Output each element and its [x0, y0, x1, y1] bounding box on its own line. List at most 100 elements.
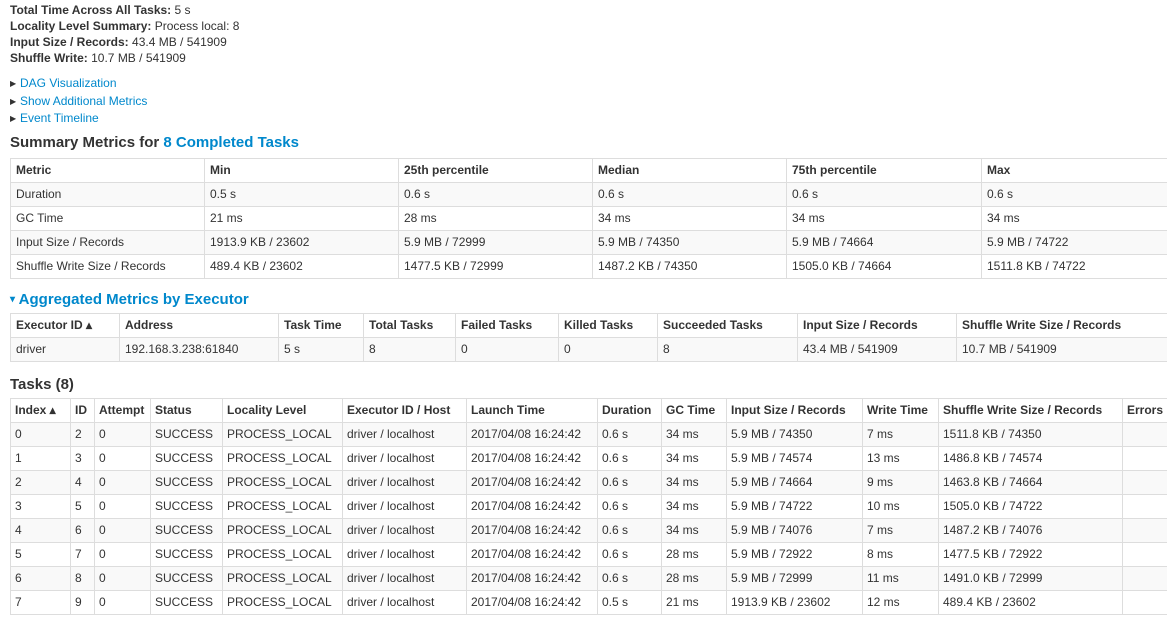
- cell-input-size-records: 5.9 MB / 74722: [726, 493, 863, 519]
- cell-locality-level: PROCESS_LOCAL: [222, 517, 343, 543]
- sort-header-gc-time[interactable]: GC Time: [661, 397, 727, 423]
- sort-header-shuffle-write-size-records[interactable]: Shuffle Write Size / Records: [956, 312, 1167, 338]
- cell-launch-time: 2017/04/08 16:24:42: [466, 541, 598, 567]
- link-label: DAG Visualization: [20, 76, 117, 90]
- cell-25th-percentile: 1477.5 KB / 72999: [398, 253, 593, 279]
- dag-visualization-link[interactable]: ▶ DAG Visualization: [10, 75, 1167, 93]
- cell-max: 0.6 s: [981, 181, 1167, 207]
- sort-header-killed-tasks[interactable]: Killed Tasks: [558, 312, 658, 338]
- cell-index: 5: [10, 541, 71, 567]
- sort-header-input-size-records[interactable]: Input Size / Records: [797, 312, 957, 338]
- stat-label: Total Time Across All Tasks:: [10, 3, 172, 17]
- cell-attempt: 0: [94, 589, 151, 615]
- cell-duration: 0.6 s: [597, 421, 662, 447]
- cell-executor-host: driver / localhost: [342, 517, 467, 543]
- stage-details-page: Total Time Across All Tasks: 5 s Localit…: [0, 0, 1167, 615]
- cell-status: SUCCESS: [150, 421, 223, 447]
- sort-header-executor-id[interactable]: Executor ID ▴: [10, 312, 120, 338]
- cell-25th-percentile: 28 ms: [398, 205, 593, 231]
- table-row: 5 7 0 SUCCESS PROCESS_LOCAL driver / localhos…: [10, 541, 1167, 567]
- cell-index: 6: [10, 565, 71, 591]
- executor-metrics-table: Executor ID ▴ Address Task Time Total Tasks…: [10, 312, 1167, 362]
- cell-executor-host: driver / localhost: [342, 589, 467, 615]
- cell-write-time: 12 ms: [862, 589, 939, 615]
- cell-errors: [1122, 493, 1167, 519]
- cell-median: 0.6 s: [592, 181, 787, 207]
- aggregated-metrics-toggle[interactable]: ▾ Aggregated Metrics by Executor: [10, 290, 1167, 310]
- cell-status: SUCCESS: [150, 469, 223, 495]
- cell-attempt: 0: [94, 517, 151, 543]
- caret-down-icon: ▾: [10, 293, 16, 305]
- sort-header-executor-host[interactable]: Executor ID / Host: [342, 397, 467, 423]
- cell-id: 4: [70, 469, 95, 495]
- sort-header-input-size-records[interactable]: Input Size / Records: [726, 397, 863, 423]
- cell-min: 489.4 KB / 23602: [204, 253, 399, 279]
- cell-duration: 0.6 s: [597, 565, 662, 591]
- cell-errors: [1122, 469, 1167, 495]
- cell-duration: 0.6 s: [597, 445, 662, 471]
- cell-shuffle-write-size-records: 1511.8 KB / 74350: [938, 421, 1123, 447]
- cell-min: 21 ms: [204, 205, 399, 231]
- cell-executor-host: driver / localhost: [342, 445, 467, 471]
- sort-header-duration[interactable]: Duration: [597, 397, 662, 423]
- sort-header-id[interactable]: ID: [70, 397, 95, 423]
- table-row: Duration 0.5 s 0.6 s 0.6 s 0.6 s 0.6 s: [10, 181, 1167, 207]
- stage-stats: Total Time Across All Tasks: 5 s Localit…: [10, 2, 1167, 66]
- cell-shuffle-write-size-records: 10.7 MB / 541909: [956, 336, 1167, 362]
- stat-label: Shuffle Write:: [10, 51, 88, 65]
- cell-executor-host: driver / localhost: [342, 541, 467, 567]
- cell-shuffle-write-size-records: 1463.8 KB / 74664: [938, 469, 1123, 495]
- sort-header-launch-time[interactable]: Launch Time: [466, 397, 598, 423]
- table-row: 4 6 0 SUCCESS PROCESS_LOCAL driver / localhos…: [10, 517, 1167, 543]
- sort-header-index[interactable]: Index ▴: [10, 397, 71, 423]
- cell-errors: [1122, 589, 1167, 615]
- cell-gc-time: 34 ms: [661, 517, 727, 543]
- sort-header-total-tasks[interactable]: Total Tasks: [363, 312, 456, 338]
- cell-status: SUCCESS: [150, 589, 223, 615]
- cell-errors: [1122, 541, 1167, 567]
- cell-input-size-records: 5.9 MB / 74350: [726, 421, 863, 447]
- cell-shuffle-write-size-records: 1491.0 KB / 72999: [938, 565, 1123, 591]
- cell-attempt: 0: [94, 469, 151, 495]
- column-header-median: Median: [592, 157, 787, 183]
- cell-metric: Shuffle Write Size / Records: [10, 253, 205, 279]
- cell-shuffle-write-size-records: 1477.5 KB / 72922: [938, 541, 1123, 567]
- table-row: 0 2 0 SUCCESS PROCESS_LOCAL driver / localhos…: [10, 421, 1167, 447]
- completed-tasks-link[interactable]: 8 Completed Tasks: [163, 134, 299, 151]
- sort-header-succeeded-tasks[interactable]: Succeeded Tasks: [657, 312, 798, 338]
- cell-locality-level: PROCESS_LOCAL: [222, 493, 343, 519]
- table-row: 1 3 0 SUCCESS PROCESS_LOCAL driver / localhos…: [10, 445, 1167, 471]
- sort-header-attempt[interactable]: Attempt: [94, 397, 151, 423]
- cell-input-size-records: 5.9 MB / 74076: [726, 517, 863, 543]
- sort-header-locality-level[interactable]: Locality Level: [222, 397, 343, 423]
- cell-address: 192.168.3.238:61840: [119, 336, 279, 362]
- stat-locality-summary: Locality Level Summary: Process local: 8: [10, 18, 1167, 34]
- show-additional-metrics-link[interactable]: ▶ Show Additional Metrics: [10, 93, 1167, 111]
- sort-header-status[interactable]: Status: [150, 397, 223, 423]
- cell-75th-percentile: 5.9 MB / 74664: [786, 229, 982, 255]
- cell-write-time: 9 ms: [862, 469, 939, 495]
- cell-id: 8: [70, 565, 95, 591]
- link-label: Show Additional Metrics: [20, 93, 148, 108]
- sort-header-shuffle-write-size-records[interactable]: Shuffle Write Size / Records: [938, 397, 1123, 423]
- sort-header-address[interactable]: Address: [119, 312, 279, 338]
- cell-succeeded-tasks: 8: [657, 336, 798, 362]
- cell-launch-time: 2017/04/08 16:24:42: [466, 565, 598, 591]
- caret-right-icon: ▶: [10, 79, 17, 88]
- cell-status: SUCCESS: [150, 541, 223, 567]
- cell-write-time: 13 ms: [862, 445, 939, 471]
- tasks-heading: Tasks (8): [10, 375, 1167, 395]
- cell-locality-level: PROCESS_LOCAL: [222, 565, 343, 591]
- event-timeline-link[interactable]: ▶ Event Timeline: [10, 110, 1167, 128]
- sort-header-write-time[interactable]: Write Time: [862, 397, 939, 423]
- sort-header-errors[interactable]: Errors: [1122, 397, 1167, 423]
- sort-header-failed-tasks[interactable]: Failed Tasks: [455, 312, 559, 338]
- sort-header-task-time[interactable]: Task Time: [278, 312, 364, 338]
- cell-shuffle-write-size-records: 1487.2 KB / 74076: [938, 517, 1123, 543]
- cell-attempt: 0: [94, 565, 151, 591]
- cell-max: 34 ms: [981, 205, 1167, 231]
- cell-duration: 0.6 s: [597, 469, 662, 495]
- cell-launch-time: 2017/04/08 16:24:42: [466, 421, 598, 447]
- stat-value: 43.4 MB / 541909: [132, 35, 227, 49]
- cell-status: SUCCESS: [150, 493, 223, 519]
